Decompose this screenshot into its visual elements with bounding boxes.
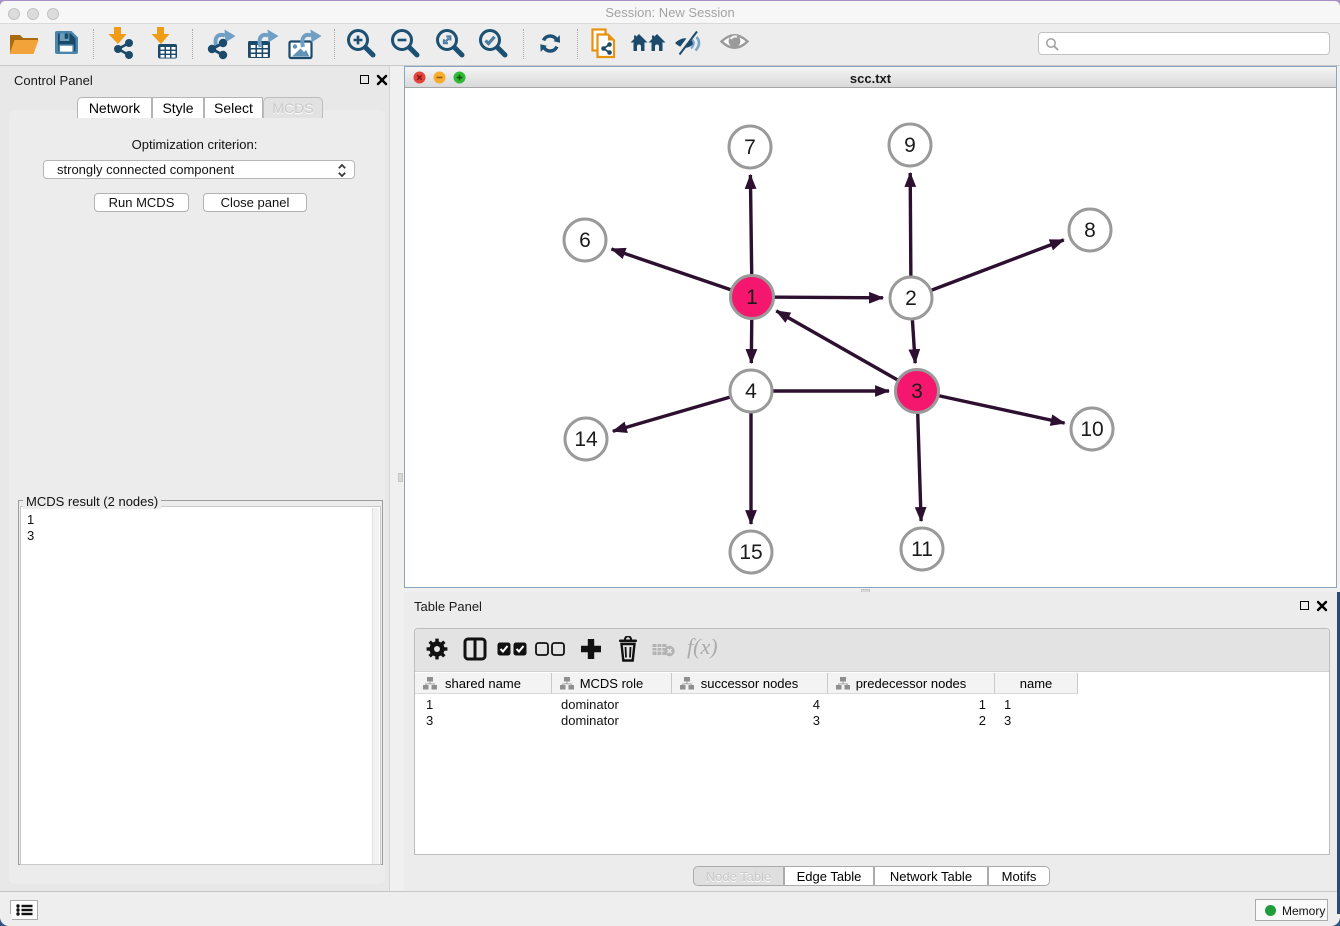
svg-text:3: 3 xyxy=(911,380,923,403)
svg-text:14: 14 xyxy=(574,428,598,451)
svg-text:7: 7 xyxy=(744,136,756,159)
svg-text:10: 10 xyxy=(1080,418,1103,441)
svg-text:8: 8 xyxy=(1084,219,1096,242)
svg-text:2: 2 xyxy=(905,287,917,310)
svg-text:9: 9 xyxy=(904,134,916,157)
svg-text:4: 4 xyxy=(745,380,757,403)
svg-text:6: 6 xyxy=(579,229,591,252)
svg-text:15: 15 xyxy=(739,541,762,564)
svg-text:11: 11 xyxy=(911,538,933,561)
svg-text:1: 1 xyxy=(746,286,758,309)
